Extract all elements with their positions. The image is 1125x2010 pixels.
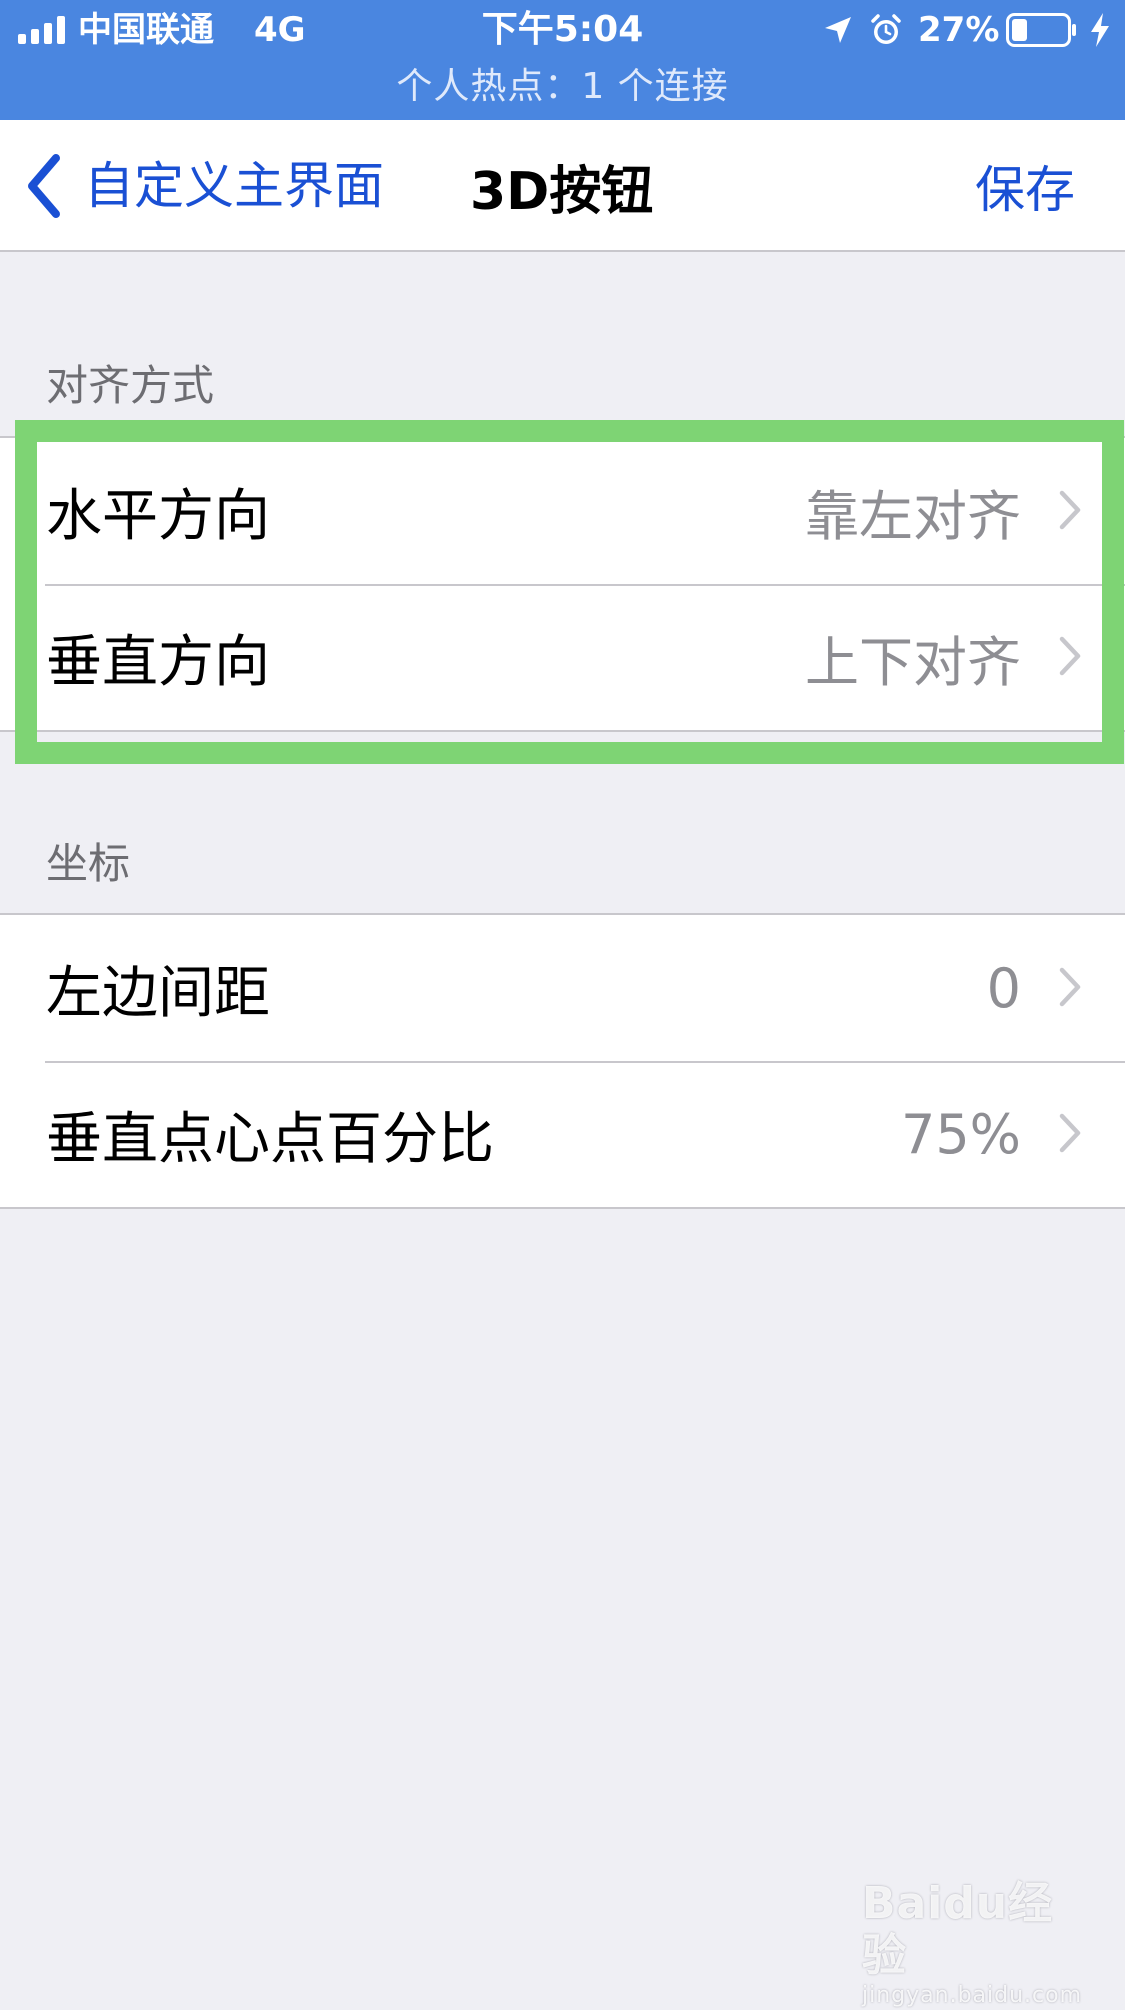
row-label: 左边间距 <box>46 960 270 1026</box>
save-button[interactable]: 保存 <box>975 120 1075 252</box>
vertical-alignment-row[interactable]: 垂直方向 上下对齐 <box>0 584 1125 730</box>
row-label: 垂直点心点百分比 <box>46 1106 494 1172</box>
personal-hotspot-banner[interactable]: 个人热点：1 个连接 <box>0 64 1125 110</box>
chevron-right-icon <box>1059 490 1081 530</box>
row-label: 水平方向 <box>46 483 270 549</box>
location-arrow-icon <box>825 17 851 43</box>
row-value: 靠左对齐 <box>805 484 1021 548</box>
row-label: 垂直方向 <box>46 629 270 695</box>
section-header-coordinates: 坐标 <box>46 839 131 888</box>
chevron-right-icon <box>1059 636 1081 676</box>
alarm-clock-icon <box>871 14 901 44</box>
battery-icon <box>1006 13 1076 47</box>
back-button-label: 自定义主界面 <box>84 157 384 215</box>
back-button[interactable]: 自定义主界面 <box>22 120 384 252</box>
row-value: 0 <box>986 956 1021 1020</box>
coordinates-group: 左边间距 0 垂直点心点百分比 75% <box>0 913 1125 1209</box>
charging-bolt-icon <box>1091 13 1109 47</box>
status-bar: 中国联通 4G 下午5:04 27% 个人热点：1 个连接 <box>0 0 1125 120</box>
baidu-jingyan-watermark: Baidu经验 jingyan.baidu.com <box>862 1878 1083 2010</box>
alignment-group: 水平方向 靠左对齐 垂直方向 上下对齐 <box>0 436 1125 732</box>
chevron-left-icon <box>28 154 60 218</box>
battery-percent: 27% <box>918 10 1000 50</box>
row-value: 75% <box>900 1102 1021 1166</box>
watermark-url: jingyan.baidu.com <box>862 1983 1083 2008</box>
row-value: 上下对齐 <box>805 630 1021 694</box>
left-margin-row[interactable]: 左边间距 0 <box>0 915 1125 1061</box>
watermark-logo: Baidu经验 <box>862 1878 1054 1981</box>
section-header-alignment: 对齐方式 <box>46 361 215 410</box>
vertical-center-percent-row[interactable]: 垂直点心点百分比 75% <box>0 1061 1125 1207</box>
chevron-right-icon <box>1059 967 1081 1007</box>
page-title: 3D按钮 <box>470 161 654 222</box>
navigation-bar: 自定义主界面 3D按钮 保存 <box>0 120 1125 252</box>
horizontal-alignment-row[interactable]: 水平方向 靠左对齐 <box>0 438 1125 584</box>
chevron-right-icon <box>1059 1113 1081 1153</box>
